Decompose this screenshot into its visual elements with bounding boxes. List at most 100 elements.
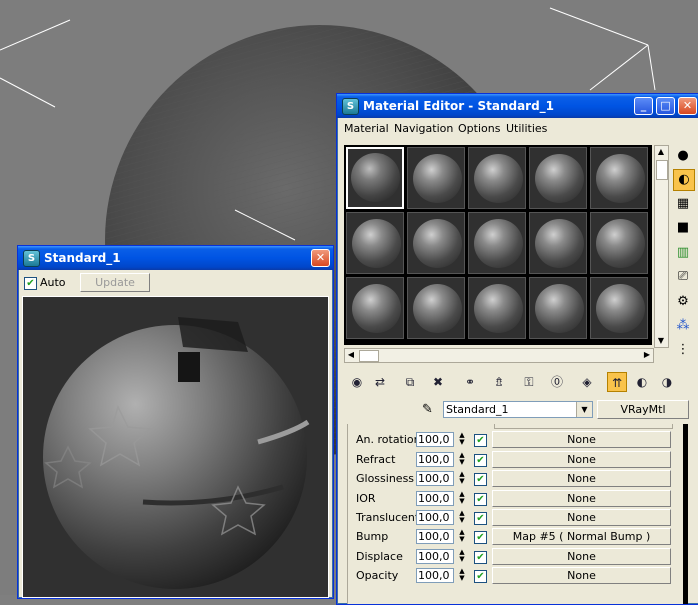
- scroll-left-icon[interactable]: ◀: [345, 349, 357, 361]
- sample-slot[interactable]: [346, 212, 404, 274]
- sample-slot[interactable]: [590, 212, 648, 274]
- map-label: Displace: [356, 550, 403, 563]
- sample-slot[interactable]: [529, 277, 587, 339]
- go-forward-to-sibling-icon[interactable]: ◐: [632, 372, 652, 392]
- sample-slot[interactable]: [407, 277, 465, 339]
- close-button[interactable]: ✕: [678, 97, 697, 115]
- maximize-button[interactable]: □: [656, 97, 675, 115]
- go-to-sibling-icon[interactable]: ◑: [657, 372, 677, 392]
- map-enable-checkbox[interactable]: ✔: [474, 570, 487, 583]
- video-color-check-icon[interactable]: ▥: [673, 243, 693, 263]
- map-slot-button[interactable]: None: [492, 470, 671, 487]
- map-enable-checkbox[interactable]: ✔: [474, 493, 487, 506]
- map-slot-button[interactable]: Map #5 ( Normal Bump ): [492, 528, 671, 545]
- close-button[interactable]: ✕: [311, 249, 330, 267]
- spinner-icon[interactable]: ▲ ▼: [458, 549, 466, 564]
- sample-slot[interactable]: [468, 277, 526, 339]
- sample-slot[interactable]: [468, 147, 526, 209]
- scroll-right-icon[interactable]: ▶: [641, 349, 653, 361]
- minimize-button[interactable]: _: [634, 97, 653, 115]
- spinner-icon[interactable]: ▲ ▼: [458, 432, 466, 447]
- sample-uv-tiling-icon[interactable]: ■: [673, 218, 693, 238]
- map-amount-input[interactable]: 100,0: [416, 529, 454, 544]
- menu-utilities[interactable]: Utilities: [503, 122, 550, 135]
- map-amount-input[interactable]: 100,0: [416, 471, 454, 486]
- map-enable-checkbox[interactable]: ✔: [474, 512, 487, 525]
- put-to-library-icon[interactable]: ⇯: [489, 372, 509, 392]
- material-navigator-icon[interactable]: ⋮: [673, 340, 693, 360]
- material-editor-titlebar[interactable]: S Material Editor - Standard_1 _ □ ✕: [337, 94, 698, 118]
- menu-material[interactable]: Material: [341, 122, 392, 135]
- make-preview-icon[interactable]: ⎚: [673, 267, 693, 287]
- map-slot-button[interactable]: None: [492, 509, 671, 526]
- map-slot-button[interactable]: None: [492, 548, 671, 565]
- auto-checkbox[interactable]: ✔: [24, 277, 37, 290]
- scroll-thumb[interactable]: [359, 350, 379, 362]
- spinner-icon[interactable]: ▲ ▼: [458, 510, 466, 525]
- map-slot-button[interactable]: None: [492, 490, 671, 507]
- scroll-thumb[interactable]: [656, 160, 668, 180]
- map-amount-input[interactable]: 100,0: [416, 568, 454, 583]
- map-row: Displace 100,0 ▲ ▼ ✔ None: [348, 548, 684, 567]
- slots-horizontal-scrollbar[interactable]: ◀ ▶: [344, 348, 654, 363]
- spinner-icon[interactable]: ▲ ▼: [458, 471, 466, 486]
- map-enable-checkbox[interactable]: ✔: [474, 473, 487, 486]
- make-unique-icon[interactable]: ⚭: [460, 372, 480, 392]
- sample-slot[interactable]: [590, 277, 648, 339]
- material-type-button[interactable]: VRayMtl: [597, 400, 689, 419]
- map-slot-button[interactable]: None: [492, 451, 671, 468]
- menu-navigation[interactable]: Navigation: [391, 122, 456, 135]
- map-amount-input[interactable]: 100,0: [416, 491, 454, 506]
- map-amount-input[interactable]: 100,0: [416, 452, 454, 467]
- scroll-up-icon[interactable]: ▲: [655, 146, 667, 158]
- spinner-icon[interactable]: ▲ ▼: [458, 568, 466, 583]
- render-window-titlebar[interactable]: S Standard_1 ✕: [18, 246, 333, 270]
- map-enable-checkbox[interactable]: ✔: [474, 551, 487, 564]
- sample-slot[interactable]: [407, 212, 465, 274]
- map-slot-button[interactable]: None: [492, 431, 671, 448]
- rollout-scrollbar[interactable]: [683, 424, 688, 604]
- reset-map-icon[interactable]: ✖: [428, 372, 448, 392]
- map-slot-button[interactable]: None: [492, 567, 671, 584]
- options-icon[interactable]: ⚙: [673, 292, 693, 312]
- sample-slot[interactable]: [407, 147, 465, 209]
- backlight-icon[interactable]: ◐: [673, 169, 695, 191]
- get-material-icon[interactable]: ◉: [347, 372, 367, 392]
- sample-slot[interactable]: [346, 147, 404, 209]
- material-effects-channel-icon[interactable]: ⚿: [519, 372, 539, 392]
- map-enable-checkbox[interactable]: ✔: [474, 531, 487, 544]
- go-to-parent-icon[interactable]: ⇈: [607, 372, 627, 392]
- material-editor-window[interactable]: S Material Editor - Standard_1 _ □ ✕ Mat…: [336, 93, 698, 605]
- material-name-combo[interactable]: Standard_1 ▼: [443, 401, 593, 418]
- scroll-down-icon[interactable]: ▼: [655, 335, 667, 347]
- sample-slot[interactable]: [468, 212, 526, 274]
- map-label: Refract: [356, 453, 396, 466]
- map-amount-input[interactable]: 100,0: [416, 510, 454, 525]
- put-to-scene-icon[interactable]: ⇄: [370, 372, 390, 392]
- spinner-icon[interactable]: ▲ ▼: [458, 452, 466, 467]
- chevron-down-icon[interactable]: ▼: [576, 402, 592, 417]
- sample-slot[interactable]: [529, 212, 587, 274]
- assign-to-selection-icon[interactable]: ⧉: [400, 372, 420, 392]
- map-amount-input[interactable]: 100,0: [416, 549, 454, 564]
- map-enable-checkbox[interactable]: ✔: [474, 434, 487, 447]
- map-enable-checkbox[interactable]: ✔: [474, 454, 487, 467]
- spinner-icon[interactable]: ▲ ▼: [458, 529, 466, 544]
- map-row: Glossiness 100,0 ▲ ▼ ✔ None: [348, 470, 684, 489]
- render-window[interactable]: S Standard_1 ✕ ✔ Auto Update: [17, 245, 334, 599]
- update-button[interactable]: Update: [80, 273, 150, 292]
- pick-material-icon[interactable]: ✎: [422, 402, 433, 417]
- spinner-icon[interactable]: ▲ ▼: [458, 491, 466, 506]
- sample-slot[interactable]: [529, 147, 587, 209]
- show-map-in-viewport-icon[interactable]: ⓪: [547, 372, 567, 392]
- menu-options[interactable]: Options: [455, 122, 503, 135]
- sample-type-icon[interactable]: ●: [673, 146, 693, 166]
- slots-vertical-scrollbar[interactable]: ▲ ▼: [654, 145, 669, 348]
- background-checker-icon[interactable]: ▦: [673, 194, 693, 214]
- show-end-result-icon[interactable]: ◈: [577, 372, 597, 392]
- select-by-material-icon[interactable]: ⁂: [673, 316, 693, 336]
- sample-slot[interactable]: [590, 147, 648, 209]
- map-amount-input[interactable]: 100,0: [416, 432, 454, 447]
- sample-slot[interactable]: [346, 277, 404, 339]
- textured-sphere-render: [43, 317, 310, 589]
